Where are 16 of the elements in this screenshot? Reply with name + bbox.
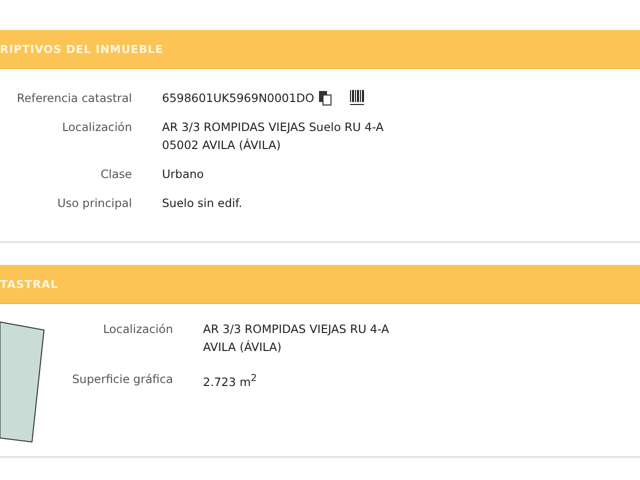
field-value: Urbano (162, 166, 204, 183)
field-label: Uso principal (56, 195, 133, 212)
field-value: 6598601UK5969N0001DO (162, 90, 314, 107)
barcode-icon[interactable] (350, 90, 364, 106)
field-value: AR 3/3 ROMPIDAS VIEJAS Suelo RU 4-A 05002 AVILA (ÁVILA) (162, 119, 384, 154)
field-label: Referencia catastral (16, 90, 133, 107)
field-value: 2.723 m$^{2}$ (203, 372, 257, 391)
field-label: Superficie gráfica (71, 371, 174, 388)
section-title: TASTRAL (0, 278, 58, 290)
field-label: Clase (100, 166, 133, 183)
field-label: Localización (61, 119, 133, 136)
field-value: Suelo sin edif. (162, 195, 242, 212)
field-label: Localización (102, 321, 174, 338)
field-value: AR 3/3 ROMPIDAS VIEJAS RU 4-A AVILA (ÁVILA) (203, 321, 390, 356)
copy-icon[interactable] (318, 90, 332, 106)
section-title: RIPTIVOS DEL INMUEBLE (0, 42, 164, 56)
